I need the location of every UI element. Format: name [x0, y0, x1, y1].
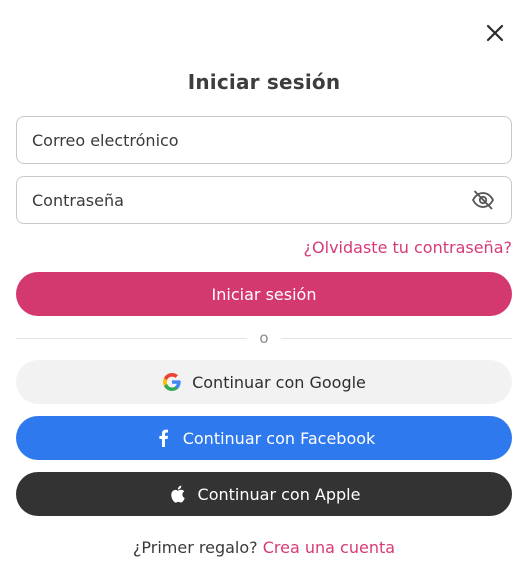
- eye-off-icon: [471, 190, 495, 210]
- password-input[interactable]: [32, 190, 470, 210]
- facebook-login-label: Continuar con Facebook: [182, 428, 376, 448]
- email-input[interactable]: [32, 130, 496, 150]
- close-button[interactable]: [484, 22, 506, 44]
- signup-prompt: ¿Primer regalo? Crea una cuenta: [0, 538, 528, 557]
- apple-login-label: Continuar con Apple: [197, 484, 361, 504]
- login-dialog: Iniciar sesión ¿Olvidaste tu contraseña?…: [0, 0, 528, 576]
- divider-line-left: [16, 337, 248, 339]
- login-button[interactable]: Iniciar sesión: [16, 272, 512, 316]
- email-field[interactable]: [16, 116, 512, 164]
- facebook-icon: [153, 428, 173, 448]
- facebook-login-button[interactable]: Continuar con Facebook: [16, 416, 512, 460]
- or-divider: o: [16, 328, 512, 348]
- divider-label: o: [259, 329, 269, 347]
- create-account-link[interactable]: Crea una cuenta: [263, 538, 395, 557]
- divider-line-right: [280, 337, 512, 339]
- signup-prompt-text: ¿Primer regalo?: [132, 538, 258, 557]
- dialog-title: Iniciar sesión: [187, 70, 341, 94]
- google-login-label: Continuar con Google: [192, 372, 366, 392]
- close-icon: [486, 24, 504, 42]
- password-field[interactable]: [16, 176, 512, 224]
- apple-icon: [168, 484, 188, 504]
- google-login-button[interactable]: Continuar con Google: [16, 360, 512, 404]
- google-icon: [162, 372, 182, 392]
- forgot-password-link[interactable]: ¿Olvidaste tu contraseña?: [304, 238, 512, 257]
- apple-login-button[interactable]: Continuar con Apple: [16, 472, 512, 516]
- password-visibility-toggle[interactable]: [470, 187, 496, 213]
- login-button-label: Iniciar sesión: [211, 284, 317, 304]
